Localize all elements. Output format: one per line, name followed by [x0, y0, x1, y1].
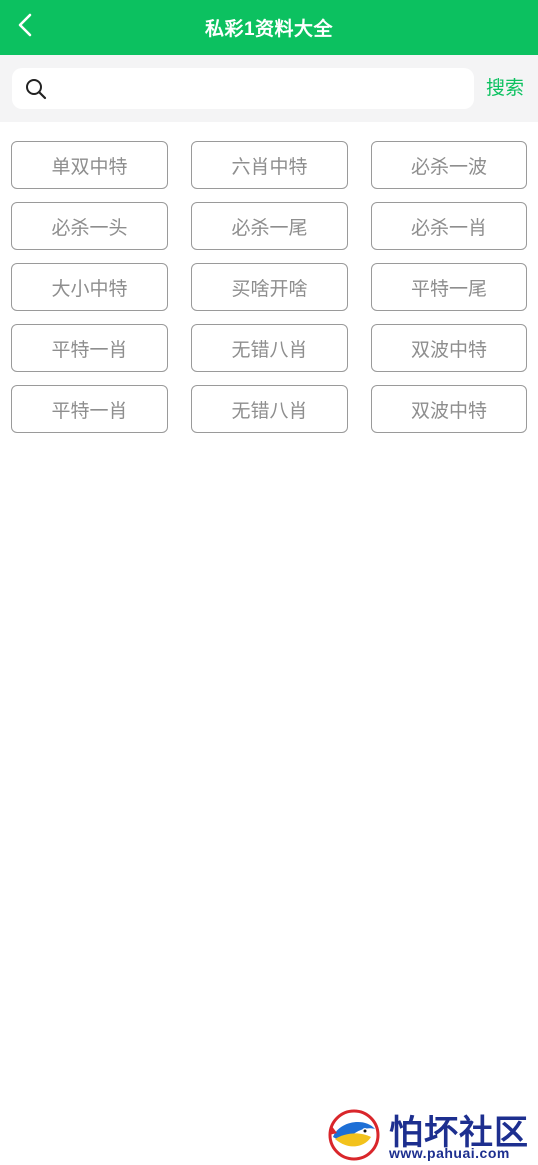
watermark: 怕坏社区 www.pahuai.com [325, 1105, 535, 1163]
chevron-left-icon [15, 12, 37, 43]
category-button[interactable]: 必杀一头 [11, 202, 168, 250]
category-button[interactable]: 无错八肖 [191, 324, 348, 372]
category-button[interactable]: 六肖中特 [191, 141, 348, 189]
page-title: 私彩1资料大全 [204, 19, 334, 40]
category-button[interactable]: 无错八肖 [191, 385, 348, 433]
category-button[interactable]: 双波中特 [371, 385, 527, 433]
watermark-url: www.pahuai.com [389, 1145, 510, 1161]
search-box[interactable] [12, 68, 474, 109]
category-button[interactable]: 平特一肖 [11, 385, 168, 433]
category-button[interactable]: 必杀一尾 [191, 202, 348, 250]
page: 私彩1资料大全 搜索 单双中特 六肖中特 必杀一波必杀一头 必杀一尾 必杀一肖大小中特买… [0, 0, 538, 1165]
category-button[interactable]: 必杀一波 [371, 141, 527, 189]
search-bar: 搜索 [0, 55, 538, 122]
search-button[interactable]: 搜索 [486, 75, 530, 103]
category-button[interactable]: 大小中特 [11, 263, 168, 311]
category-button[interactable]: 平特一肖 [11, 324, 168, 372]
header-bar: 私彩1资料大全 [0, 0, 538, 55]
category-button[interactable]: 双波中特 [371, 324, 527, 372]
category-grid: 单双中特 六肖中特 必杀一波必杀一头 必杀一尾 必杀一肖大小中特 买啥开啥 平特一尾平特一肖… [11, 141, 527, 433]
category-button[interactable]: 必杀一肖 [371, 202, 527, 250]
search-input[interactable] [48, 68, 474, 109]
watermark-logo-icon [328, 1109, 380, 1161]
search-icon [24, 77, 48, 101]
category-button[interactable]: 平特一尾 [371, 263, 527, 311]
category-button[interactable]: 买啥开啥 [191, 263, 348, 311]
category-button[interactable]: 单双中特 [11, 141, 168, 189]
back-button[interactable] [8, 9, 44, 45]
